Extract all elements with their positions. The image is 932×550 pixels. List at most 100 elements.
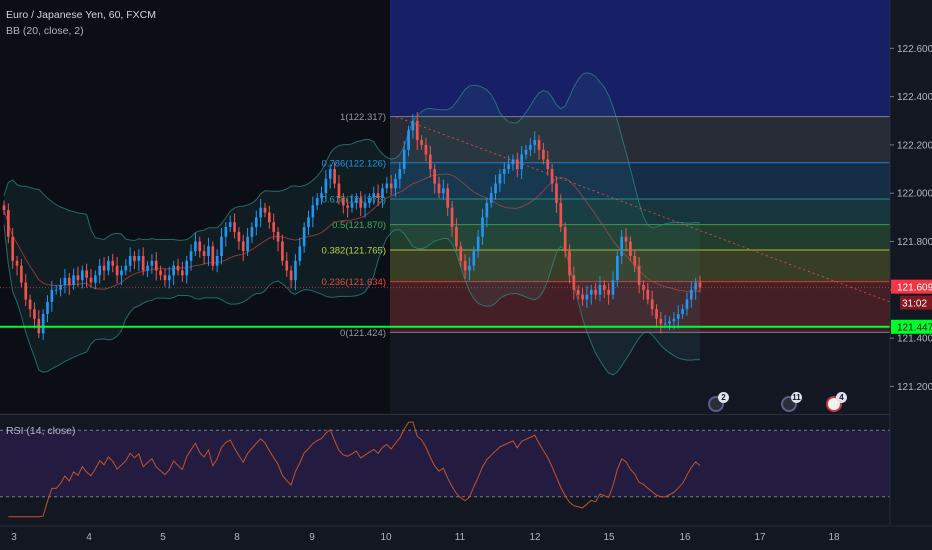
candle-body [568, 251, 571, 276]
candle-body [494, 183, 497, 194]
candle-body [398, 169, 402, 179]
candle-body [650, 299, 654, 310]
price-tick-label: 122.400 [897, 92, 932, 103]
candle-body [115, 265, 119, 276]
candle-body [89, 277, 93, 283]
candle-body [285, 260, 289, 271]
candle-body [202, 251, 206, 257]
candle-body [181, 270, 184, 276]
candle-body [533, 140, 537, 145]
candle-body [446, 188, 450, 208]
candle-body [442, 188, 445, 194]
candle-body [502, 169, 506, 174]
time-tick-label: 10 [380, 532, 392, 543]
candle-body [315, 198, 319, 206]
candle-body [268, 212, 271, 223]
candle-body [450, 207, 454, 228]
candle-body [189, 251, 193, 261]
candle-body [624, 236, 628, 242]
candle-body [629, 241, 632, 257]
price-axis-bg [890, 0, 932, 550]
fib-level-label: 0(121.424) [340, 328, 386, 339]
candle-body [224, 227, 228, 237]
candle-body [455, 227, 458, 247]
candle-body [576, 289, 580, 295]
candle-body [694, 282, 697, 290]
candle-body [428, 154, 432, 170]
event-badge-red[interactable]: 4 [826, 392, 847, 412]
candle-body [515, 159, 519, 170]
candle-body [289, 270, 293, 281]
event-badge-count: 2 [718, 392, 729, 403]
candle-body [333, 169, 336, 184]
candle-body [633, 256, 637, 266]
candle-body [215, 256, 219, 266]
candle-body [137, 256, 141, 261]
candle-body [72, 275, 75, 285]
candle-body [550, 169, 554, 184]
time-tick-label: 11 [455, 532, 466, 543]
fib-level-label: 1(122.317) [340, 112, 386, 123]
candle-body [589, 289, 593, 295]
price-tick-label: 121.400 [897, 334, 932, 345]
candle-body [307, 217, 310, 228]
candle-body [220, 236, 223, 257]
candle-body [250, 227, 254, 237]
candle-body [2, 205, 6, 211]
event-badge-blue[interactable]: 11 [781, 392, 802, 412]
candle-body [228, 222, 232, 228]
candle-body [472, 251, 476, 266]
candle-body [198, 241, 202, 252]
candle-body [463, 260, 467, 271]
candle-body [681, 309, 684, 314]
candle-body [133, 256, 136, 261]
time-tick-label: 17 [754, 532, 766, 543]
candle-body [511, 159, 515, 165]
candle-body [689, 289, 693, 300]
candle-body [102, 265, 106, 271]
candle-body [559, 202, 563, 228]
candle-body [563, 227, 567, 252]
candle-body [529, 144, 532, 150]
event-badge-blue[interactable]: 2 [708, 392, 729, 412]
candle-body [276, 231, 280, 242]
candle-body [281, 241, 284, 261]
candle-body [146, 265, 149, 271]
candle-body [685, 299, 689, 310]
candle-body [672, 318, 676, 322]
candle-body [542, 149, 545, 160]
candle-body [598, 284, 602, 295]
candle-body [433, 169, 436, 184]
candle-body [54, 289, 58, 291]
candle-body [46, 301, 49, 314]
candle-body [67, 277, 71, 285]
candle-body [120, 270, 123, 276]
candle-body [94, 275, 97, 283]
candle-body [259, 207, 262, 218]
time-tick-label: 16 [679, 532, 691, 543]
candle-body [637, 265, 641, 285]
time-tick-label: 4 [86, 532, 92, 543]
candle-body [350, 202, 354, 208]
time-tick-label: 18 [828, 532, 840, 543]
event-badge-count: 4 [836, 392, 847, 403]
candle-body [376, 193, 380, 199]
candle-body [20, 265, 23, 283]
candle-body [498, 173, 502, 184]
bollinger-legend[interactable]: BB (20, close, 2) [6, 25, 84, 37]
candle-body [594, 289, 597, 295]
candle-body [107, 260, 110, 271]
candle-body [546, 159, 550, 170]
candle-body [128, 256, 132, 266]
candle-body [337, 183, 341, 199]
symbol-title[interactable]: Euro / Japanese Yen, 60, FXCM [6, 9, 156, 21]
candle-body [311, 205, 315, 218]
candle-body [194, 241, 197, 252]
price-tick-label: 122.600 [897, 44, 932, 55]
rsi-legend[interactable]: RSI (14, close) [6, 425, 75, 437]
candle-body [663, 323, 667, 325]
candle-body [33, 309, 36, 319]
candle-body [63, 277, 67, 285]
candle-body [402, 149, 406, 170]
price-tick-label: 122.000 [897, 189, 932, 200]
